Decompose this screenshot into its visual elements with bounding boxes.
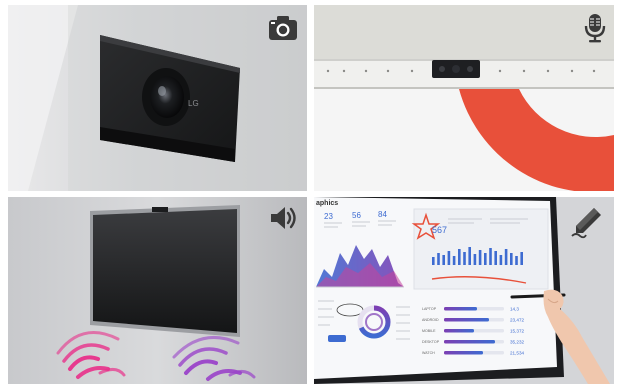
speaker-tile: [8, 197, 307, 384]
row-label: LAPTOP: [422, 307, 437, 311]
bar: [510, 253, 513, 265]
pen-tile: aphics 23 56 84 567 LAPTOP 14,3 ANDROID …: [314, 197, 614, 384]
camera-icon: [266, 11, 300, 45]
stat-2: 56: [352, 211, 361, 220]
camera-scene: LG: [8, 5, 307, 191]
camera-tile: LG: [8, 5, 307, 191]
speaker-scene: [8, 197, 307, 384]
bar: [494, 251, 497, 265]
row-bar: [444, 340, 495, 344]
stat-3: 84: [378, 210, 387, 219]
microphone-tile: [314, 5, 614, 191]
bar: [447, 251, 451, 265]
bar: [520, 252, 523, 265]
bar: [468, 247, 471, 265]
camera-logo-text: LG: [188, 99, 199, 108]
row-label: ANDROID: [422, 318, 439, 322]
row-bar: [444, 307, 477, 311]
microphone-icon: [578, 11, 612, 45]
bar: [484, 253, 487, 265]
bar: [504, 249, 508, 265]
row-bar: [444, 318, 489, 322]
bar: [473, 254, 477, 265]
hand: [543, 289, 610, 384]
bar: [489, 248, 492, 265]
bar: [437, 253, 440, 265]
bar: [452, 256, 456, 265]
row-label: DESKTOP: [422, 340, 440, 344]
bar: [463, 252, 466, 265]
row-bar: [444, 329, 474, 333]
speaker-icon: [266, 201, 300, 235]
bar: [442, 255, 445, 265]
stat-1: 23: [324, 212, 333, 221]
row-bar: [444, 351, 483, 355]
bar: [499, 255, 503, 265]
microphone-scene: [314, 5, 614, 191]
pen-icon: [570, 205, 604, 239]
bar: [515, 256, 518, 265]
big-number: 567: [432, 225, 447, 235]
bar: [458, 249, 461, 265]
bar: [432, 257, 435, 265]
bar: [478, 250, 482, 265]
row-label: WATCH: [422, 351, 435, 355]
row-label: MOBILE: [422, 329, 436, 333]
dashboard-heading: aphics: [316, 200, 338, 207]
hand-with-pen: [510, 289, 610, 384]
